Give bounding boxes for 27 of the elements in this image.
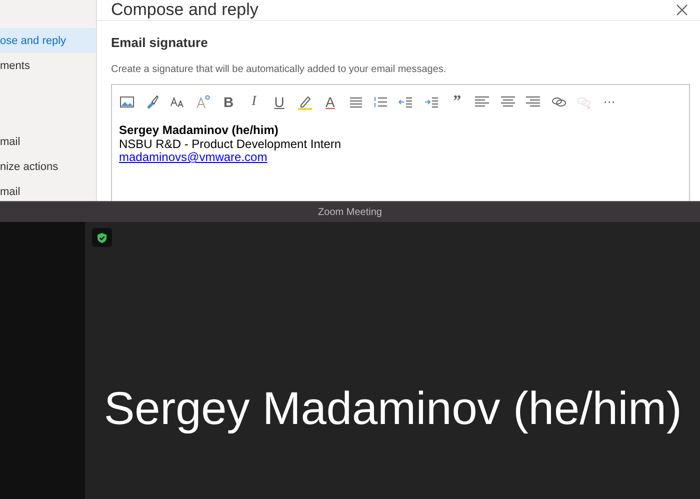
signature-role: NSBU R&D - Product Development Intern: [119, 138, 342, 151]
email-link[interactable]: madaminovs@vmware.com: [119, 150, 268, 164]
italic-button[interactable]: I: [246, 93, 262, 111]
shield-icon[interactable]: [92, 228, 112, 247]
bold-button[interactable]: B: [220, 93, 237, 111]
sidebar-item[interactable]: mail: [0, 179, 96, 201]
dialog-title: Compose and reply: [111, 0, 258, 20]
highlighter-icon: [296, 94, 313, 110]
quote-button[interactable]: ”: [449, 93, 466, 111]
sidebar-item[interactable]: ose and reply: [0, 28, 96, 53]
more-button[interactable]: ⋯: [601, 93, 618, 111]
section-description: Create a signature that will be automatically added to your email messages.: [111, 64, 448, 75]
font-size-icon: [170, 94, 186, 110]
sidebar-item[interactable]: mail: [0, 129, 96, 154]
section-heading: Email signature: [111, 35, 209, 50]
close-icon[interactable]: [674, 2, 690, 18]
font-color-button[interactable]: A: [322, 93, 338, 111]
underline-button[interactable]: U: [271, 93, 288, 111]
participant-name: Sergey Madaminov (he/him): [104, 381, 683, 435]
window-title: Zoom Meeting: [318, 206, 382, 218]
numbered-list-icon: [372, 94, 389, 110]
superscript-button[interactable]: [195, 93, 212, 111]
image-icon: [119, 94, 135, 110]
sidebar-item[interactable]: ments: [0, 53, 96, 78]
signature-name: Sergey Madaminov (he/him): [119, 124, 280, 138]
superscript-icon: [195, 94, 212, 110]
sidebar-item[interactable]: nize actions: [0, 154, 96, 179]
